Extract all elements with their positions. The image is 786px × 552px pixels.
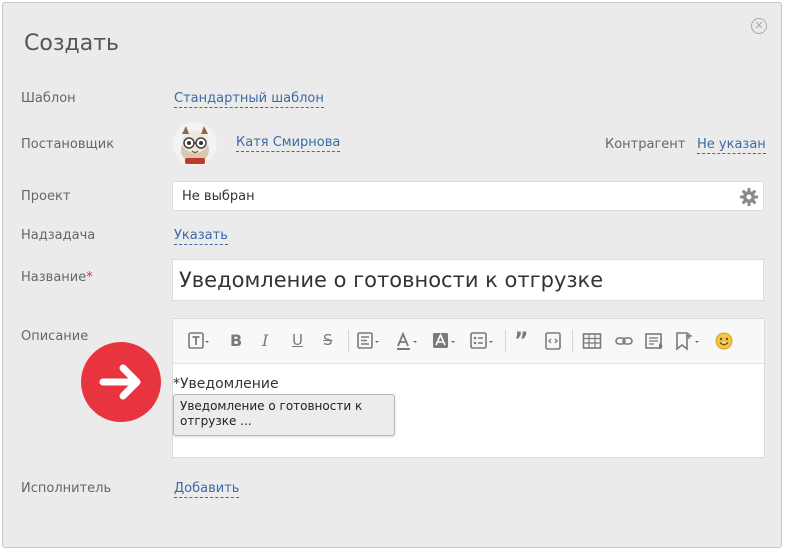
parent-task-label: Надзадача — [21, 228, 96, 243]
background-color-icon[interactable] — [432, 331, 458, 351]
assigner-label: Постановщик — [21, 137, 115, 152]
description-label: Описание — [21, 329, 89, 344]
bold-icon[interactable]: B — [230, 331, 242, 351]
project-field[interactable]: Не выбран — [172, 181, 764, 211]
code-icon[interactable] — [544, 331, 564, 351]
close-icon[interactable]: ✕ — [751, 18, 767, 34]
description-content-label: *Уведомление — [173, 376, 279, 392]
project-value: Не выбран — [182, 189, 255, 204]
strikethrough-icon[interactable]: S — [323, 331, 333, 351]
assigner-name-link[interactable]: Катя Смирнова — [236, 135, 341, 152]
gear-icon[interactable] — [739, 187, 759, 207]
name-field[interactable]: Уведомление о готовности к отгрузке — [172, 259, 764, 301]
description-editor[interactable]: B I U S ” *Уведомление Уведомление о гот… — [172, 318, 765, 458]
bookmark-add-icon[interactable] — [674, 331, 702, 351]
quote-icon[interactable]: ” — [514, 329, 528, 354]
arrow-right-icon — [81, 342, 161, 422]
autocomplete-tooltip[interactable]: Уведомление о готовности к отгрузке ... — [173, 394, 395, 436]
template-link[interactable]: Стандартный шаблон — [174, 91, 324, 108]
link-icon[interactable] — [614, 331, 634, 351]
parent-task-link[interactable]: Указать — [174, 228, 228, 245]
text-style-icon[interactable] — [188, 331, 210, 351]
align-icon[interactable] — [357, 331, 383, 351]
dialog-title: Создать — [24, 31, 119, 56]
toolbar-separator — [348, 330, 349, 352]
executor-add-link[interactable]: Добавить — [174, 481, 240, 498]
italic-icon[interactable]: I — [262, 331, 268, 351]
underline-icon[interactable]: U — [292, 331, 303, 351]
font-color-icon[interactable] — [395, 331, 421, 351]
toolbar-separator — [505, 330, 506, 352]
name-label: Название* — [21, 270, 93, 285]
executor-label: Исполнитель — [21, 481, 112, 496]
template-label: Шаблон — [21, 91, 76, 106]
project-label: Проект — [21, 189, 71, 204]
counterparty-label: Контрагент — [605, 137, 686, 152]
emoji-icon[interactable] — [714, 331, 734, 351]
editor-toolbar: B I U S ” — [173, 319, 764, 364]
table-icon[interactable] — [582, 331, 602, 351]
avatar — [173, 122, 217, 166]
name-value: Уведомление о готовности к отгрузке — [179, 268, 604, 292]
counterparty-link[interactable]: Не указан — [697, 137, 766, 154]
toolbar-separator — [572, 330, 573, 352]
insert-block-icon[interactable] — [644, 331, 664, 351]
list-icon[interactable] — [470, 331, 496, 351]
